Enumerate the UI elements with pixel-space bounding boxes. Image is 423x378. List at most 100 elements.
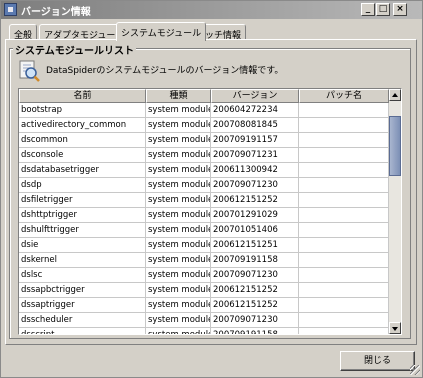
cell-patch xyxy=(299,328,389,334)
cell-type: system module xyxy=(146,223,211,238)
cell-version: 200604272234 xyxy=(211,103,299,118)
cell-name: dsdp xyxy=(19,178,146,193)
column-header-name[interactable]: 名前 xyxy=(19,89,146,103)
cell-name: dssaptrigger xyxy=(19,298,146,313)
column-header-patch[interactable]: パッチ名 xyxy=(299,89,389,103)
table-row[interactable]: dshttptrigger system module 200701291029 xyxy=(19,208,389,223)
tab-general[interactable]: 全般 xyxy=(9,24,38,41)
cell-name: bootstrap xyxy=(19,103,146,118)
cell-type: system module xyxy=(146,163,211,178)
cell-version: 200708081845 xyxy=(211,118,299,133)
table-row[interactable]: dskernel system module 200709191158 xyxy=(19,253,389,268)
cell-version: 200612151252 xyxy=(211,193,299,208)
table-row[interactable]: dshulfttrigger system module 200701051406 xyxy=(19,223,389,238)
cell-name: dsfiletrigger xyxy=(19,193,146,208)
table-row[interactable]: bootstrap system module 200604272234 xyxy=(19,103,389,118)
table-row[interactable]: dsscript system module 200709191158 xyxy=(19,328,389,334)
cell-patch xyxy=(299,223,389,238)
close-window-button[interactable]: × xyxy=(393,3,407,16)
cell-name: dsscript xyxy=(19,328,146,334)
cell-version: 200612151251 xyxy=(211,238,299,253)
cell-patch xyxy=(299,163,389,178)
table-row[interactable]: dsscheduler system module 200709071230 xyxy=(19,313,389,328)
cell-version: 200701291029 xyxy=(211,208,299,223)
cell-name: dsdatabasetrigger xyxy=(19,163,146,178)
cell-patch xyxy=(299,268,389,283)
cell-name: dsconsole xyxy=(19,148,146,163)
column-header-version[interactable]: バージョン xyxy=(211,89,299,103)
scroll-down-button[interactable] xyxy=(389,322,401,334)
vertical-scrollbar[interactable] xyxy=(389,89,401,334)
cell-patch xyxy=(299,148,389,163)
cell-type: system module xyxy=(146,328,211,334)
table-row[interactable]: dsconsole system module 200709071231 xyxy=(19,148,389,163)
cell-type: system module xyxy=(146,268,211,283)
cell-patch xyxy=(299,283,389,298)
cell-name: dslsc xyxy=(19,268,146,283)
table-row[interactable]: dscommon system module 200709191157 xyxy=(19,133,389,148)
cell-name: dskernel xyxy=(19,253,146,268)
cell-version: 200709071230 xyxy=(211,268,299,283)
cell-patch xyxy=(299,193,389,208)
cell-name: dsie xyxy=(19,238,146,253)
table-row[interactable]: dsfiletrigger system module 200612151252 xyxy=(19,193,389,208)
cell-patch xyxy=(299,178,389,193)
title-bar[interactable]: バージョン情報 _ □ × xyxy=(1,1,422,19)
cell-name: dsscheduler xyxy=(19,313,146,328)
cell-version: 200709191158 xyxy=(211,253,299,268)
resize-grip[interactable] xyxy=(410,365,420,375)
cell-version: 200709071231 xyxy=(211,148,299,163)
magnifier-info-icon xyxy=(19,60,40,82)
cell-patch xyxy=(299,238,389,253)
cell-name: dscommon xyxy=(19,133,146,148)
cell-type: system module xyxy=(146,208,211,223)
arrow-down-icon xyxy=(392,327,398,331)
arrow-up-icon xyxy=(392,93,398,97)
cell-version: 200701051406 xyxy=(211,223,299,238)
module-table: 名前 種類 バージョン パッチ名 bootstrap system module 2… xyxy=(18,88,402,335)
group-title: システムモジュールリスト xyxy=(13,42,136,57)
cell-name: dshulfttrigger xyxy=(19,223,146,238)
version-info-window: バージョン情報 _ □ × 全般 アダプタモジュール システムモジュール パッチ… xyxy=(0,0,423,378)
cell-type: system module xyxy=(146,253,211,268)
cell-type: system module xyxy=(146,103,211,118)
cell-type: system module xyxy=(146,238,211,253)
maximize-button[interactable]: □ xyxy=(376,3,390,16)
table-row[interactable]: dsie system module 200612151251 xyxy=(19,238,389,253)
table-row[interactable]: dslsc system module 200709071230 xyxy=(19,268,389,283)
cell-name: dssapbctrigger xyxy=(19,283,146,298)
minimize-button[interactable]: _ xyxy=(361,3,375,16)
description-text: DataSpiderのシステムモジュールのバージョン情報です。 xyxy=(46,66,284,76)
column-header-type[interactable]: 種類 xyxy=(146,89,211,103)
cell-version: 200612151252 xyxy=(211,283,299,298)
scroll-thumb[interactable] xyxy=(389,116,401,176)
window-title: バージョン情報 xyxy=(21,7,91,18)
table-row[interactable]: activedirectory_common system module 20070… xyxy=(19,118,389,133)
table-row[interactable]: dssaptrigger system module 200612151252 xyxy=(19,298,389,313)
scroll-up-button[interactable] xyxy=(389,89,401,101)
cell-type: system module xyxy=(146,298,211,313)
cell-version: 200709071230 xyxy=(211,178,299,193)
cell-type: system module xyxy=(146,118,211,133)
cell-patch xyxy=(299,253,389,268)
cell-patch xyxy=(299,133,389,148)
table-row[interactable]: dsdp system module 200709071230 xyxy=(19,178,389,193)
cell-type: system module xyxy=(146,193,211,208)
cell-name: dshttptrigger xyxy=(19,208,146,223)
table-header: 名前 種類 バージョン パッチ名 xyxy=(19,89,389,103)
table-row[interactable]: dssapbctrigger system module 200612151252 xyxy=(19,283,389,298)
cell-patch xyxy=(299,208,389,223)
close-button[interactable]: 閉じる xyxy=(340,351,415,371)
cell-type: system module xyxy=(146,313,211,328)
cell-version: 200611300942 xyxy=(211,163,299,178)
tab-system-modules[interactable]: システムモジュール xyxy=(116,22,207,41)
cell-patch xyxy=(299,103,389,118)
cell-name: activedirectory_common xyxy=(19,118,146,133)
cell-type: system module xyxy=(146,178,211,193)
table-row[interactable]: dsdatabasetrigger system module 2006113009… xyxy=(19,163,389,178)
cell-type: system module xyxy=(146,283,211,298)
cell-patch xyxy=(299,118,389,133)
cell-patch xyxy=(299,313,389,328)
cell-version: 200612151252 xyxy=(211,298,299,313)
cell-version: 200709191157 xyxy=(211,133,299,148)
